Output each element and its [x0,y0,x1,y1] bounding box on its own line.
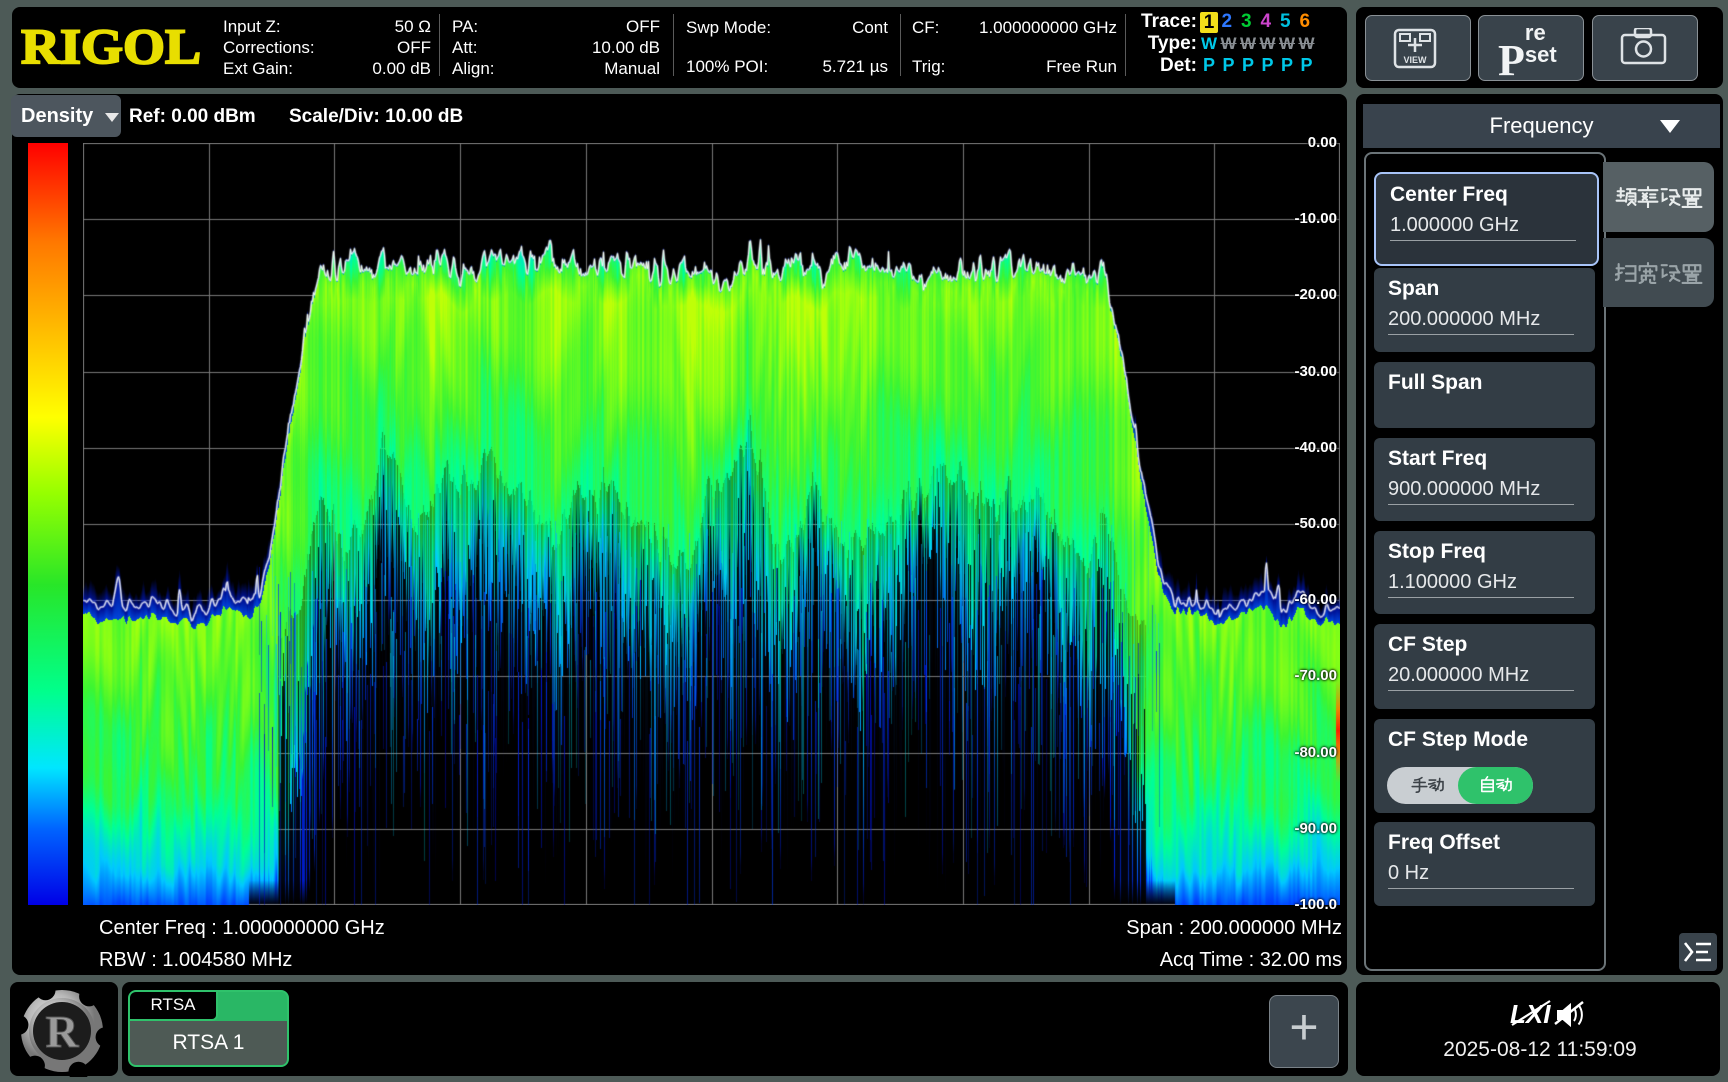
svg-text:RIGOL: RIGOL [21,18,201,74]
svg-text:VIEW: VIEW [1403,55,1427,65]
svg-text:R: R [45,1006,79,1057]
